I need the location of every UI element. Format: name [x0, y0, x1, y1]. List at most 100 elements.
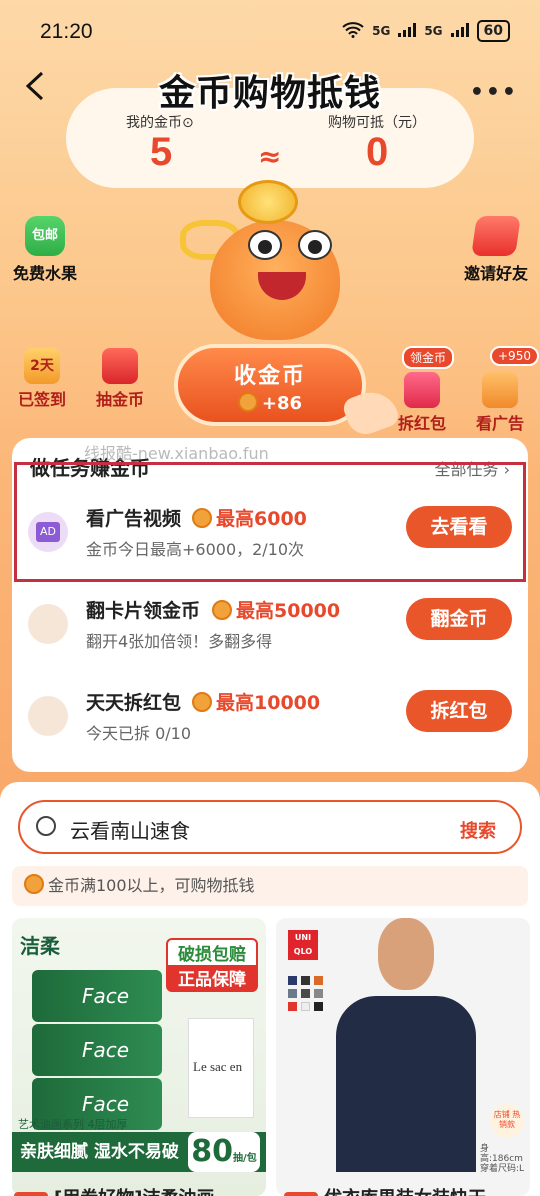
guarantee-tag-bottom: 正品保障	[168, 965, 256, 990]
task-draw-coins-label: 抽金币	[95, 390, 144, 409]
free-shipping-badge: 包邮	[31, 228, 58, 243]
pack-label: Face	[82, 1038, 130, 1062]
hot-sale-badge: 店铺 热销款	[490, 1104, 524, 1138]
color-swatches	[288, 976, 323, 1011]
product-card-tshirt[interactable]: UNI QLO 店铺 热销款 身高:186cm 穿着尺码:L	[276, 918, 530, 1196]
collect-amount: +86	[178, 392, 362, 414]
collect-amount-value: +86	[261, 393, 303, 414]
task-red-packet[interactable]: 拆红包	[390, 348, 454, 434]
task-watch-ad-label: 看广告	[475, 414, 524, 433]
task-checkin-label: 已签到	[17, 390, 66, 409]
product-card-tissue[interactable]: 洁柔 Face Face Face 破损包赔 正品保障 Le sac en 艺术…	[12, 918, 266, 1196]
free-fruit-label: 免费水果	[12, 264, 77, 283]
coin-icon	[24, 874, 44, 894]
coins-label[interactable]: 我的金币⊙	[126, 112, 194, 132]
task-watch-ad[interactable]: 看广告	[468, 348, 532, 434]
invite-icon	[471, 216, 521, 256]
task-max-value: 最高50000	[236, 600, 341, 622]
plant-decoration: Le sac en	[188, 1018, 254, 1118]
model-info: 身高:186cm 穿着尺码:L	[480, 1144, 525, 1174]
collect-coins-button[interactable]: 收金币 +86	[174, 344, 366, 426]
task-max: 最高50000	[212, 596, 340, 623]
task-checkin[interactable]: 2天 已签到	[12, 348, 72, 410]
task-draw-coins[interactable]: 抽金币	[88, 348, 152, 410]
promo-tag	[284, 1192, 318, 1196]
coin-icon	[192, 692, 212, 712]
sheet-count: 80抽/包	[188, 1132, 260, 1172]
pack-label: Face	[82, 984, 130, 1008]
calendar-icon: 2天	[24, 348, 60, 384]
product-title-tshirt[interactable]: 优衣库男装女装快干	[284, 1184, 486, 1196]
product-caption: 艺术油画系列 4层加厚	[18, 1118, 128, 1131]
page-title: 金币购物抵钱	[158, 73, 381, 114]
task-subtitle: 今天已拆 0/10	[86, 724, 192, 743]
signal-icon	[398, 22, 417, 40]
red-packet-icon	[404, 372, 440, 408]
brand-logo: 洁柔	[20, 934, 60, 958]
search-icon	[36, 816, 56, 836]
mascot-eye-right	[298, 230, 332, 260]
watermark: 线报酷-new.xianbao.fun	[84, 444, 269, 463]
status-icons: 5G 5G 60	[342, 20, 510, 42]
deduct-label: 购物可抵（元）	[328, 115, 426, 131]
sheet-count-value: 80	[191, 1134, 234, 1169]
coin-icon	[212, 600, 232, 620]
model-head	[378, 918, 434, 990]
checkin-days: 2天	[30, 358, 54, 374]
task-max-value: 最高10000	[216, 692, 321, 714]
free-fruit-entry[interactable]: 包邮 免费水果	[10, 216, 80, 284]
task-title: 翻卡片领金币	[86, 600, 201, 622]
sheet-count-unit: 抽/包	[233, 1153, 257, 1164]
product-title-text: [用券好物]洁柔油画	[54, 1188, 214, 1196]
brand-logo: UNI QLO	[288, 930, 318, 960]
guarantee-tag: 破损包赔 正品保障	[166, 938, 258, 992]
deduct-value: 0	[366, 130, 389, 174]
approx-sign: ≈	[258, 140, 282, 173]
wifi-icon	[342, 21, 364, 41]
cards-icon	[28, 604, 68, 644]
task-red-packet-label: 拆红包	[397, 414, 446, 433]
highlight-box	[14, 462, 526, 582]
status-bar: 21:20 5G 5G 60	[0, 0, 540, 64]
coin-notice: 金币满100以上，可购物抵钱	[12, 866, 528, 906]
slot-machine-icon	[102, 348, 138, 384]
search-bar[interactable]: 云看南山速食 搜索	[18, 800, 522, 854]
invite-friends-label: 邀请好友	[463, 264, 528, 283]
coin-bag-mascot	[180, 180, 360, 350]
collect-coins-label: 收金币	[233, 364, 306, 389]
play-video-icon	[482, 372, 518, 408]
pack-label: Face	[82, 1092, 130, 1116]
tissue-pack: Face	[32, 970, 162, 1022]
model-image	[336, 918, 476, 1172]
tree-icon: 包邮	[25, 216, 65, 256]
network-label: 5G	[372, 24, 391, 38]
task-max: 最高10000	[192, 688, 320, 715]
signal-icon-2	[450, 22, 469, 40]
network-label-2: 5G	[424, 24, 443, 38]
flip-coins-button[interactable]: 翻金币	[406, 598, 512, 640]
coins-value: 5	[150, 130, 173, 174]
task-subtitle: 翻开4张加倍领！多翻多得	[86, 632, 273, 651]
battery-indicator: 60	[476, 20, 510, 42]
status-time: 21:20	[40, 20, 93, 43]
task-row-red-packet: 天天拆红包 最高10000 今天已拆 0/10 拆红包	[24, 678, 516, 758]
tshirt	[336, 996, 476, 1172]
envelope-icon	[28, 696, 68, 736]
task-row-flip-cards: 翻卡片领金币 最高50000 翻开4张加倍领！多翻多得 翻金币	[24, 586, 516, 666]
product-title-text: 优衣库男装女装快干	[324, 1188, 486, 1196]
plant-bag-text: Le sac en	[193, 1059, 243, 1074]
tissue-pack: Face	[32, 1024, 162, 1076]
invite-friends-entry[interactable]: 邀请好友	[456, 216, 536, 284]
search-button[interactable]: 搜索	[460, 817, 496, 843]
promo-tag	[14, 1192, 48, 1196]
guarantee-tag-top: 破损包赔	[178, 945, 246, 965]
open-red-packet-button[interactable]: 拆红包	[406, 690, 512, 732]
product-title-tissue[interactable]: [用券好物]洁柔油画	[14, 1184, 214, 1196]
coin-icon	[237, 392, 258, 412]
info-arrow-icon: ⊙	[182, 115, 194, 131]
coin-notice-text: 金币满100以上，可购物抵钱	[48, 876, 255, 895]
task-title: 天天拆红包	[86, 692, 182, 714]
search-input[interactable]: 云看南山速食	[70, 815, 190, 844]
mascot-eye-left	[248, 230, 282, 260]
gold-coin-icon	[238, 180, 298, 224]
